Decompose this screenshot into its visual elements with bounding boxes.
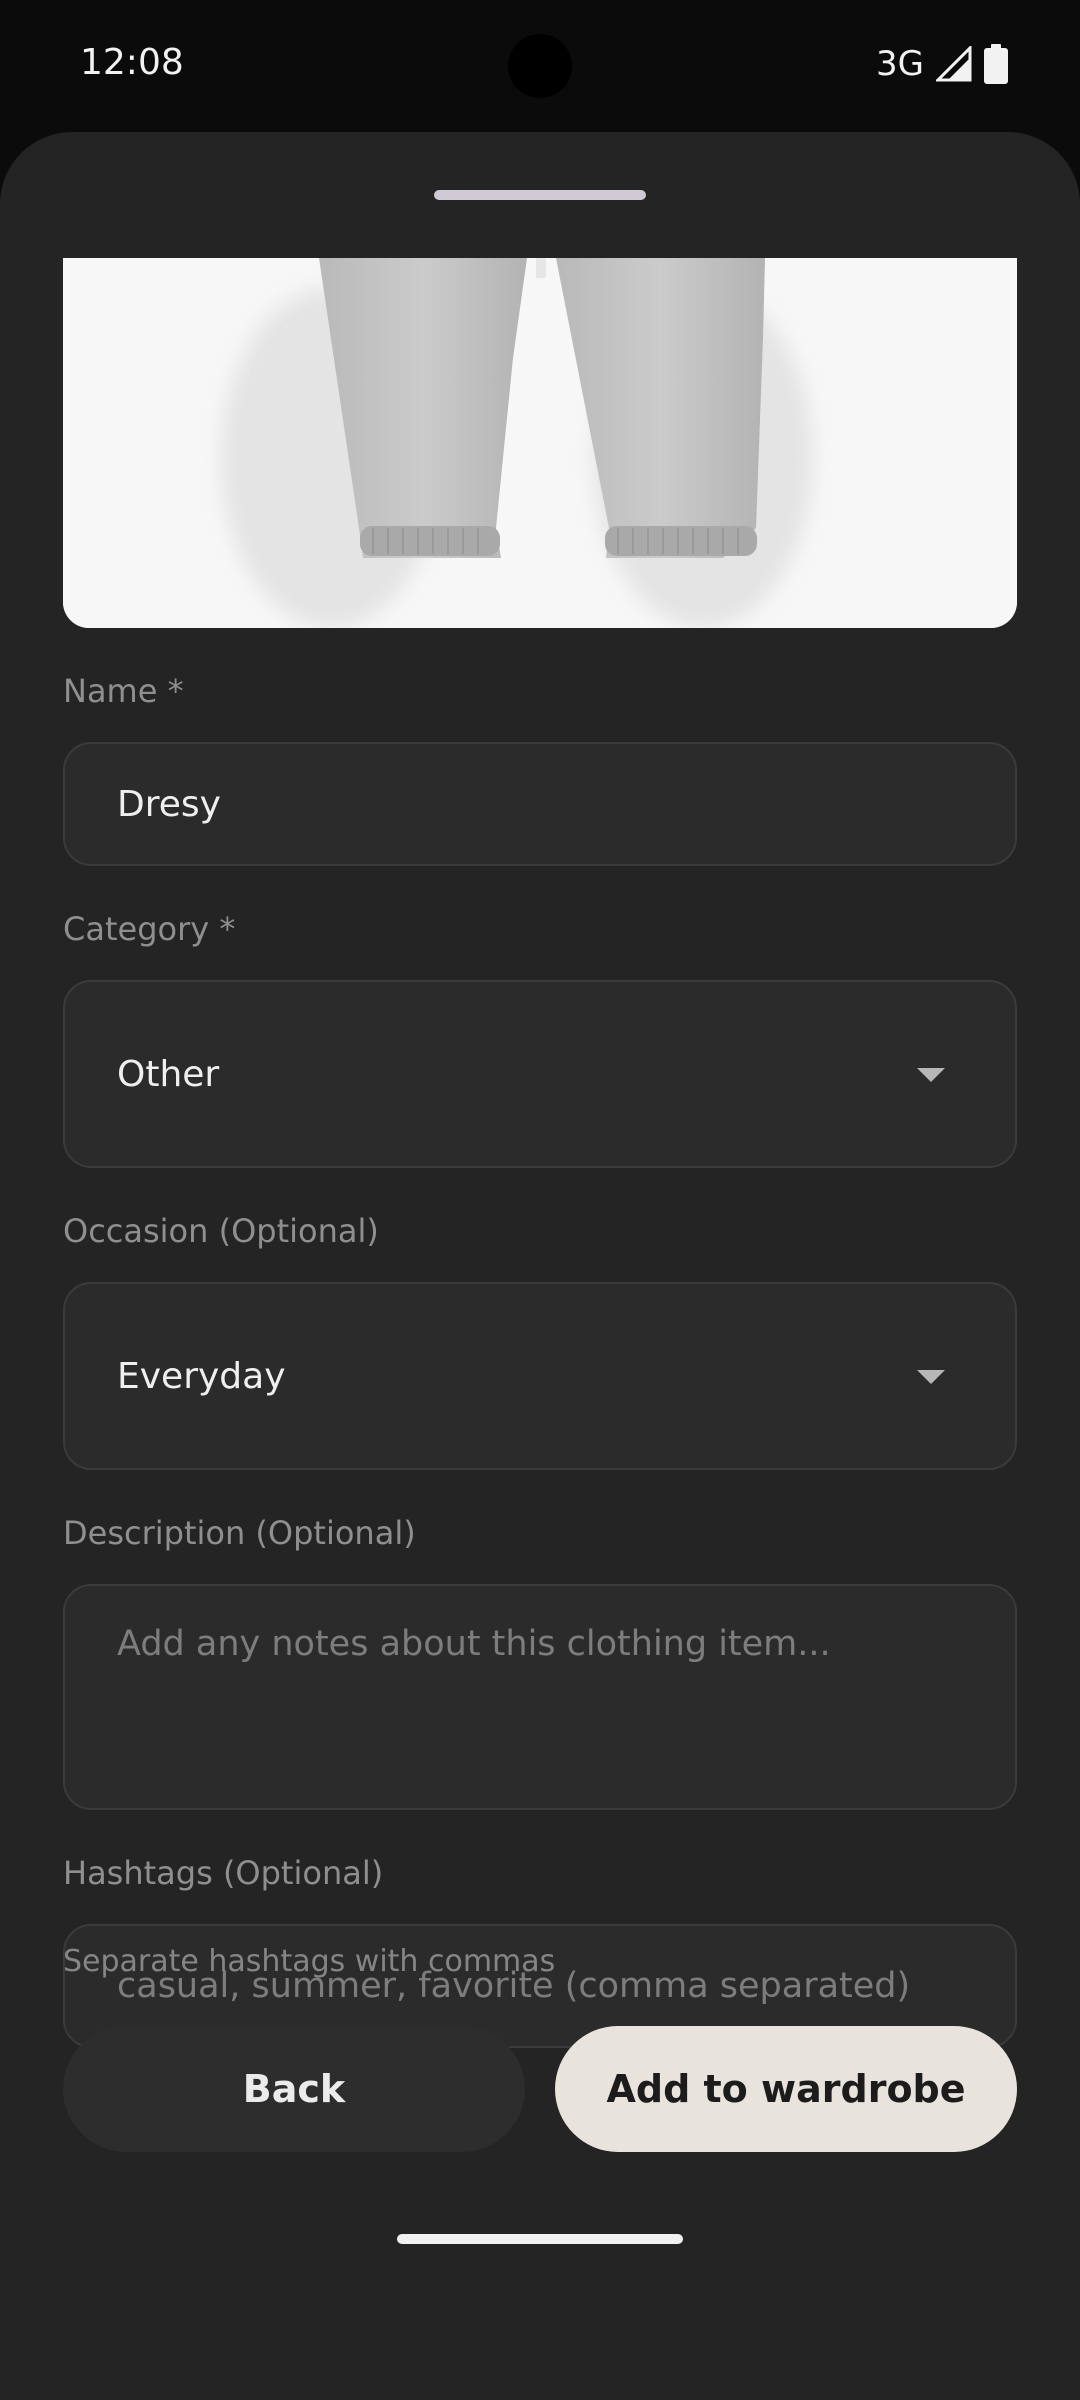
camera-cutout: [508, 34, 572, 98]
add-item-sheet: Name * Dresy Category * Other Occasion (…: [0, 132, 1080, 2400]
chevron-down-icon: [917, 1370, 945, 1384]
battery-icon: [984, 44, 1008, 84]
status-time: 12:08: [80, 42, 184, 83]
status-bar: 12:08 3G: [0, 0, 1080, 130]
sweatpants-image: [63, 258, 1017, 628]
category-label: Category *: [63, 910, 236, 948]
description-textarea[interactable]: Add any notes about this clothing item..…: [63, 1584, 1017, 1810]
name-field[interactable]: Dresy: [63, 742, 1017, 866]
add-to-wardrobe-button[interactable]: Add to wardrobe: [555, 2026, 1017, 2152]
item-photo: [63, 258, 1017, 628]
occasion-dropdown[interactable]: Everyday: [63, 1282, 1017, 1470]
signal-icon: [936, 46, 972, 82]
description-label: Description (Optional): [63, 1514, 416, 1552]
hashtags-helper-text: Separate hashtags with commas: [63, 1944, 556, 1979]
gesture-nav-handle[interactable]: [397, 2234, 683, 2244]
back-button[interactable]: Back: [63, 2026, 525, 2152]
drag-handle[interactable]: [434, 190, 646, 200]
name-label: Name *: [63, 672, 184, 710]
name-value: Dresy: [117, 784, 221, 825]
chevron-down-icon: [917, 1068, 945, 1082]
network-type: 3G: [876, 44, 924, 84]
category-dropdown[interactable]: Other: [63, 980, 1017, 1168]
status-icons: 3G: [876, 42, 1008, 86]
occasion-value: Everyday: [117, 1356, 286, 1397]
category-value: Other: [117, 1054, 220, 1095]
occasion-label: Occasion (Optional): [63, 1212, 379, 1250]
hashtags-label: Hashtags (Optional): [63, 1854, 384, 1892]
description-placeholder: Add any notes about this clothing item..…: [117, 1624, 831, 1664]
